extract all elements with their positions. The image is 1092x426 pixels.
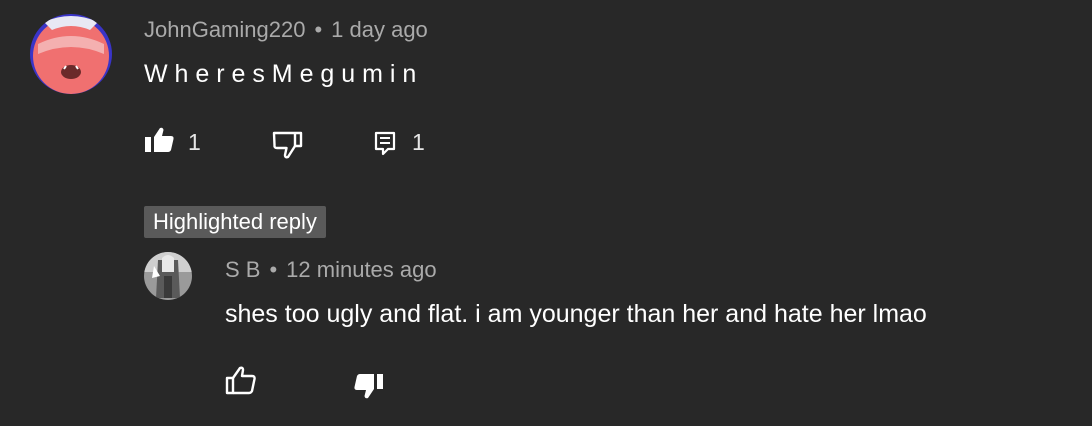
comment-text: W h e r e s M e g u m i n xyxy=(144,60,417,88)
comment-icon xyxy=(374,131,396,157)
reply-like-button[interactable] xyxy=(225,366,257,396)
thumbs-up-filled-icon xyxy=(144,126,176,154)
comment-timestamp[interactable]: 1 day ago xyxy=(331,17,428,42)
reply-author[interactable]: S B xyxy=(225,257,260,282)
reply-meta: S B • 12 minutes ago xyxy=(225,257,437,283)
reply-text: shes too ugly and flat. i am younger tha… xyxy=(225,300,927,328)
reply-avatar[interactable] xyxy=(144,252,192,300)
reply-dislike-button[interactable] xyxy=(353,372,385,400)
highlighted-reply-badge: Highlighted reply xyxy=(144,206,326,238)
comment-author[interactable]: JohnGaming220 xyxy=(144,17,305,42)
reply-button[interactable] xyxy=(374,131,396,157)
like-count: 1 xyxy=(188,129,201,155)
meta-separator: • xyxy=(314,17,323,42)
dislike-button[interactable] xyxy=(272,130,304,160)
thumbs-up-outline-icon xyxy=(225,366,257,396)
meta-separator: • xyxy=(269,257,278,282)
thumbs-down-filled-icon xyxy=(353,372,385,400)
like-button[interactable] xyxy=(144,126,176,154)
reply-count: 1 xyxy=(412,129,425,155)
reply-timestamp[interactable]: 12 minutes ago xyxy=(286,257,436,282)
comment-meta: JohnGaming220 • 1 day ago xyxy=(144,17,428,43)
avatar[interactable] xyxy=(30,14,112,94)
thumbs-down-outline-icon xyxy=(272,130,304,160)
